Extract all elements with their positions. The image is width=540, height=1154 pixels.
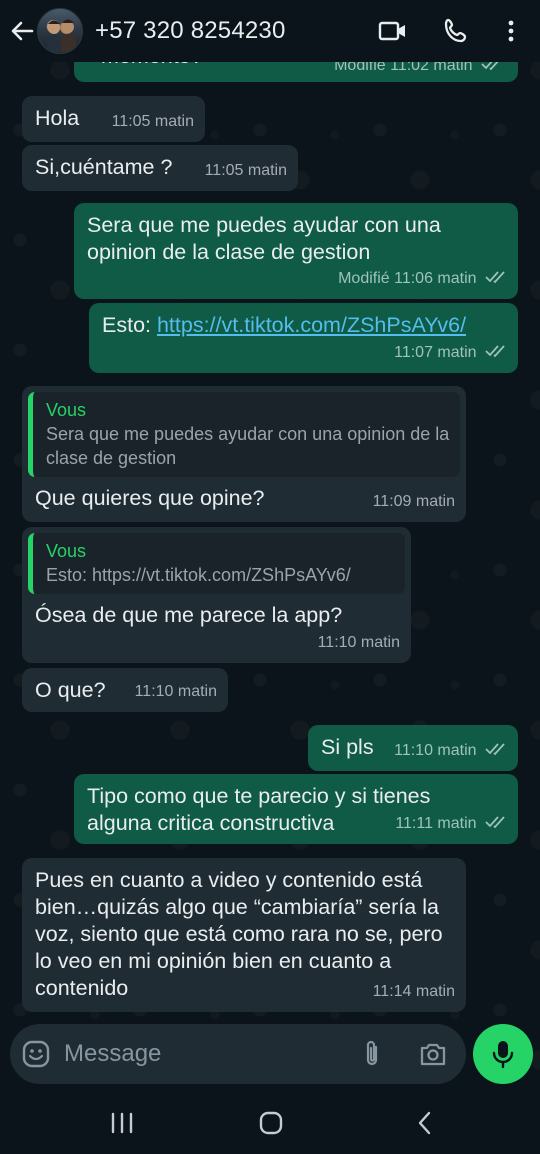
message-time: 11:10 matin <box>394 742 477 759</box>
message-time: 11:10 matin <box>134 683 217 700</box>
message-time: 11:11 matin <box>395 815 477 832</box>
voice-call-icon[interactable] <box>442 17 472 45</box>
message-time: 11:05 matin <box>111 113 194 130</box>
contact-name[interactable]: +57 320 8254230 <box>95 17 286 45</box>
message-bubble-incoming[interactable]: Si,cuéntame ? 11:05 matin <box>22 145 298 191</box>
read-ticks-icon <box>485 816 505 829</box>
message-time: 11:07 matin <box>394 344 477 361</box>
more-options-icon[interactable] <box>497 17 525 45</box>
back-arrow-icon[interactable] <box>8 17 36 45</box>
message-bubble-incoming[interactable]: Vous Esto: https://vt.tiktok.com/ZShPsAY… <box>22 527 411 663</box>
message-text: Hola <box>35 106 80 130</box>
message-input[interactable]: Message <box>64 1040 161 1068</box>
message-text: Sera que me puedes ayudar con una opinio… <box>87 213 441 264</box>
avatar-image <box>47 19 76 53</box>
emoji-icon[interactable] <box>22 1040 50 1068</box>
message-text: Ósea de que me parece la app? <box>35 603 343 627</box>
message-bubble-outgoing[interactable]: Si pls 11:10 matin <box>308 725 518 771</box>
attach-icon[interactable] <box>359 1039 385 1069</box>
avatar[interactable] <box>37 8 83 54</box>
system-navigation-bar <box>0 1094 540 1154</box>
message-time: 11:05 matin <box>204 162 287 179</box>
message-text-prefix: Esto: <box>102 313 157 337</box>
quote-author: Vous <box>46 400 87 420</box>
message-bubble-outgoing[interactable]: Esto: https://vt.tiktok.com/ZShPsAYv6/ 1… <box>89 303 518 373</box>
message-time: 11:10 matin <box>317 634 400 651</box>
message-time: 11:09 matin <box>372 493 455 510</box>
read-ticks-icon <box>485 345 505 358</box>
message-bubble-outgoing[interactable]: Sera que me puedes ayudar con una opinio… <box>74 203 518 299</box>
message-bubble-outgoing[interactable]: Tipo como que te parecio y si tienes alg… <box>74 774 518 844</box>
microphone-icon <box>492 1041 514 1069</box>
quote-text: Esto: https://vt.tiktok.com/ZShPsAYv6/ <box>46 565 351 585</box>
message-text: Si,cuéntame ? <box>35 155 173 179</box>
chat-header: +57 320 8254230 <box>0 0 540 62</box>
quoted-message[interactable]: Vous Sera que me puedes ayudar con una o… <box>28 392 460 477</box>
video-call-icon[interactable] <box>378 17 408 45</box>
read-ticks-icon <box>485 743 505 756</box>
quoted-message[interactable]: Vous Esto: https://vt.tiktok.com/ZShPsAY… <box>28 533 405 594</box>
recent-apps-icon[interactable] <box>107 1108 137 1138</box>
message-time: 11:14 matin <box>372 983 455 1000</box>
back-icon[interactable] <box>410 1108 440 1138</box>
quote-text: Sera que me puedes ayudar con una opinio… <box>46 424 450 468</box>
quote-author: Vous <box>46 541 87 561</box>
message-bubble-incoming[interactable]: Hola 11:05 matin <box>22 96 205 142</box>
message-link[interactable]: https://vt.tiktok.com/ZShPsAYv6/ <box>157 313 466 337</box>
message-bubble-incoming[interactable]: O que? 11:10 matin <box>22 668 228 712</box>
microphone-button[interactable] <box>473 1024 533 1084</box>
message-bubble-incoming[interactable]: Vous Sera que me puedes ayudar con una o… <box>22 386 466 522</box>
message-bubble-incoming[interactable]: Pues en cuanto a video y contenido está … <box>22 858 466 1012</box>
message-text: Si pls <box>321 735 374 759</box>
message-time: Modifié 11:06 matin <box>338 270 477 287</box>
message-text: O que? <box>35 678 106 702</box>
read-ticks-icon <box>485 271 505 284</box>
home-icon[interactable] <box>256 1108 286 1138</box>
camera-icon[interactable] <box>418 1040 448 1068</box>
message-composer: Message <box>10 1024 466 1084</box>
